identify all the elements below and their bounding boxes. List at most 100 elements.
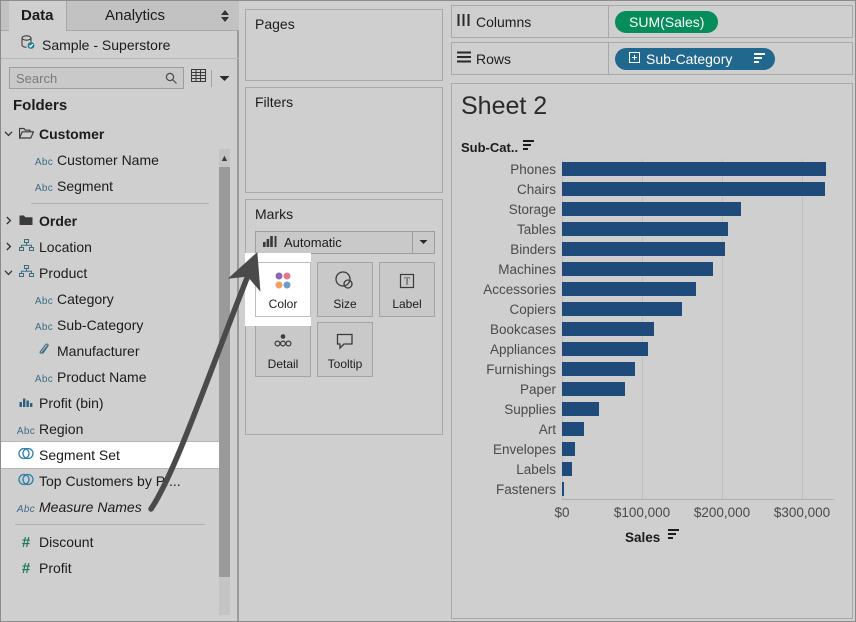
bar-mark[interactable]	[562, 282, 696, 296]
bar-mark[interactable]	[562, 222, 728, 236]
bar-row[interactable]: Copiers	[461, 299, 843, 319]
pages-card[interactable]: Pages	[245, 9, 443, 81]
chevron-right-icon[interactable]	[1, 216, 15, 227]
columns-shelf[interactable]: Columns SUM(Sales)	[451, 5, 853, 38]
tree-item-manufacturer[interactable]: Manufacturer	[1, 338, 219, 364]
worksheet-viz[interactable]: Sheet 2 Sub-Cat.. Phones Chairs Storage Tab…	[451, 83, 853, 619]
columns-icon	[452, 13, 476, 31]
bar-mark[interactable]	[562, 442, 576, 456]
bar-row[interactable]: Tables	[461, 219, 843, 239]
bar-mark[interactable]	[562, 382, 625, 396]
rows-shelf[interactable]: Rows Sub-Category	[451, 42, 853, 75]
tree-item-location[interactable]: Location	[1, 234, 219, 260]
pill-sum-sales[interactable]: SUM(Sales)	[615, 10, 719, 33]
data-pane-scrollbar[interactable]: ▲	[219, 149, 230, 615]
pane-resize-icon[interactable]	[220, 9, 230, 24]
expand-plus-icon[interactable]	[629, 51, 640, 66]
sort-descending-icon[interactable]	[732, 52, 766, 65]
datasource-row[interactable]: Sample - Superstore	[1, 32, 239, 59]
marks-tooltip-button[interactable]: Tooltip	[317, 322, 373, 377]
tree-item-profit-bin[interactable]: Profit (bin)	[1, 390, 219, 416]
bar-row[interactable]: Bookcases	[461, 319, 843, 339]
bar-row[interactable]: Accessories	[461, 279, 843, 299]
bar-mark[interactable]	[562, 322, 654, 336]
bar-track	[562, 459, 843, 479]
tree-item-label: Measure Names	[39, 499, 142, 515]
grid-view-icon[interactable]	[191, 69, 207, 87]
filters-card[interactable]: Filters	[245, 87, 443, 193]
bar-mark[interactable]	[562, 162, 826, 176]
bar-row[interactable]: Appliances	[461, 339, 843, 359]
tree-item-segment-set[interactable]: Segment Set	[1, 442, 219, 468]
bar-mark[interactable]	[562, 302, 682, 316]
row-header-title[interactable]: Sub-Cat..	[461, 140, 535, 155]
tree-item-top-customers-by-pr[interactable]: Top Customers by Pr...	[1, 468, 219, 494]
tree-item-segment[interactable]: Abc Segment	[1, 173, 219, 199]
bar-row[interactable]: Labels	[461, 459, 843, 479]
tree-item-sub-category[interactable]: Abc Sub-Category	[1, 312, 219, 338]
bar-row[interactable]: Phones	[461, 159, 843, 179]
bar-row[interactable]: Binders	[461, 239, 843, 259]
scroll-up-arrow-icon[interactable]: ▲	[219, 149, 230, 167]
scrollbar-thumb[interactable]	[219, 167, 230, 577]
chevron-down-icon[interactable]	[217, 69, 231, 87]
tree-item-customer[interactable]: Customer	[1, 121, 219, 147]
bar-mark[interactable]	[562, 262, 714, 276]
tree-item-measure-names[interactable]: Abc Measure Names	[1, 494, 219, 520]
tree-item-discount[interactable]: # Discount	[1, 529, 219, 555]
marks-tooltip-label: Tooltip	[327, 356, 363, 371]
search-input[interactable]	[10, 70, 160, 86]
bar-mark[interactable]	[562, 462, 572, 476]
chevron-down-icon[interactable]	[1, 268, 15, 279]
bar-row[interactable]: Envelopes	[461, 439, 843, 459]
marks-label-button[interactable]: T Label	[379, 262, 435, 317]
field-tree[interactable]: Customer Abc Customer Name Abc Segment Order L…	[1, 121, 219, 621]
bar-row[interactable]: Storage	[461, 199, 843, 219]
bar-mark[interactable]	[562, 242, 725, 256]
bar-row[interactable]: Fasteners	[461, 479, 843, 499]
tree-item-customer-name[interactable]: Abc Customer Name	[1, 147, 219, 173]
sort-descending-icon[interactable]	[523, 140, 535, 155]
bar-mark[interactable]	[562, 342, 649, 356]
marks-card[interactable]: Marks Automatic Color Size T Label Detai…	[245, 199, 443, 435]
bar-mark[interactable]	[562, 402, 600, 416]
bar-row[interactable]: Paper	[461, 379, 843, 399]
bar-row[interactable]: Art	[461, 419, 843, 439]
search-row	[1, 61, 239, 95]
columns-drop-area[interactable]: SUM(Sales)	[608, 6, 852, 37]
tree-item-region[interactable]: Abc Region	[1, 416, 219, 442]
bar-row[interactable]: Chairs	[461, 179, 843, 199]
tab-data[interactable]: Data	[9, 1, 67, 31]
x-axis-title[interactable]: Sales	[461, 529, 843, 545]
tree-item-profit[interactable]: # Profit	[1, 555, 219, 581]
bar-mark[interactable]	[562, 362, 636, 376]
bar-row[interactable]: Furnishings	[461, 359, 843, 379]
marks-color-label: Color	[268, 296, 298, 311]
chevron-right-icon[interactable]	[1, 242, 15, 253]
marks-detail-label: Detail	[267, 356, 299, 371]
bar-track	[562, 199, 843, 219]
bar-mark[interactable]	[562, 182, 825, 196]
search-box[interactable]	[9, 67, 185, 89]
tab-analytics[interactable]: Analytics	[93, 1, 177, 31]
pill-sub-category[interactable]: Sub-Category	[615, 47, 776, 70]
chevron-down-icon[interactable]	[412, 232, 434, 253]
mark-type-dropdown[interactable]: Automatic	[255, 231, 435, 254]
tree-item-product[interactable]: Product	[1, 260, 219, 286]
bar-mark[interactable]	[562, 482, 565, 496]
bar-row[interactable]: Supplies	[461, 399, 843, 419]
tree-item-order[interactable]: Order	[1, 208, 219, 234]
marks-detail-button[interactable]: Detail	[255, 322, 311, 377]
rows-label: Rows	[476, 50, 512, 67]
set-icon	[15, 447, 37, 463]
sort-descending-icon[interactable]	[668, 529, 680, 544]
bar-row[interactable]: Machines	[461, 259, 843, 279]
tree-item-product-name[interactable]: Abc Product Name	[1, 364, 219, 390]
bar-mark[interactable]	[562, 202, 742, 216]
rows-drop-area[interactable]: Sub-Category	[608, 43, 852, 74]
marks-color-button[interactable]: Color	[255, 262, 311, 317]
marks-size-button[interactable]: Size	[317, 262, 373, 317]
bar-mark[interactable]	[562, 422, 584, 436]
tree-item-category[interactable]: Abc Category	[1, 286, 219, 312]
chevron-down-icon[interactable]	[1, 129, 15, 140]
